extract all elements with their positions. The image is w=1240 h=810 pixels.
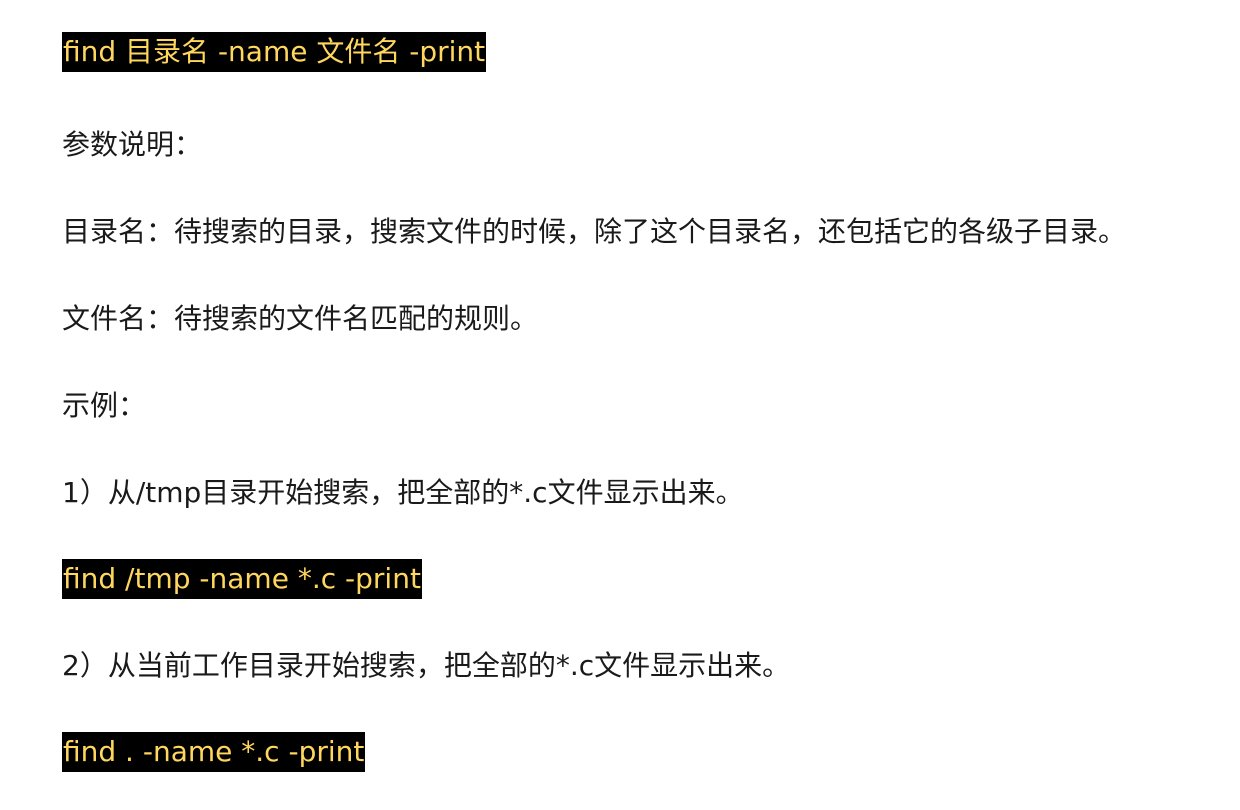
code-snippet: find . -name *.c -print [62,732,366,772]
code-line-example-1: find /tmp -name *.c -print [62,559,422,599]
paragraph-example-2: 2）从当前工作目录开始搜索，把全部的*.c文件显示出来。 [62,649,791,682]
paragraph-params-heading: 参数说明： [62,128,203,161]
paragraph-example-heading: 示例： [62,389,147,422]
code-snippet: find /tmp -name *.c -print [62,559,422,599]
paragraph-dirname-desc: 目录名：待搜索的目录，搜索文件的时候，除了这个目录名，还包括它的各级子目录。 [62,215,1127,248]
code-snippet: find 目录名 -name 文件名 -print [62,32,487,72]
paragraph-example-1: 1）从/tmp目录开始搜索，把全部的*.c文件显示出来。 [62,476,744,509]
paragraph-filename-desc: 文件名：待搜索的文件名匹配的规则。 [62,302,539,335]
code-line-syntax: find 目录名 -name 文件名 -print [62,32,487,72]
code-line-example-2: find . -name *.c -print [62,732,366,772]
